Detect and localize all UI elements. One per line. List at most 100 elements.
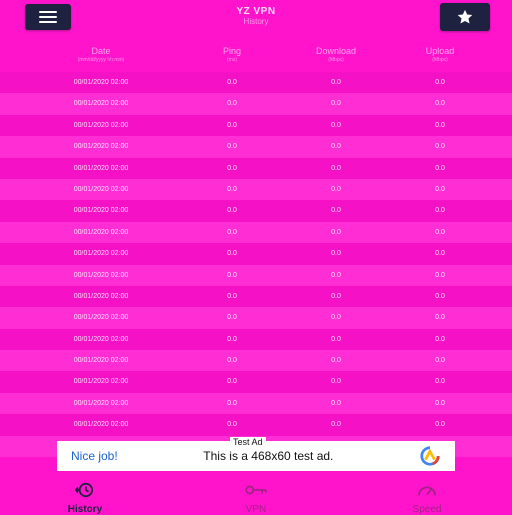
history-table: Date (mm/dd/yyyy hh:mm) Ping (ms) Downlo… xyxy=(0,40,512,458)
cell-download: 0.0 xyxy=(331,228,341,236)
cell-upload: 0.0 xyxy=(435,79,445,86)
cell-download: 0.0 xyxy=(331,143,341,151)
column-unit: (mm/dd/yyyy hh:mm) xyxy=(77,57,125,63)
nav-label: VPN xyxy=(245,504,267,515)
column-header-date: Date (mm/dd/yyyy hh:mm) xyxy=(40,40,162,63)
cell-upload: 0.0 xyxy=(435,207,445,215)
cell-upload: 0.0 xyxy=(435,185,445,193)
adchoices-logo-icon[interactable] xyxy=(419,445,441,467)
ad-tag-label: Test Ad xyxy=(230,437,266,447)
table-body: 00/01/2020 02:00 0.0 0.0 0.0 00/01/2020 02:0… xyxy=(0,72,512,458)
cell-upload: 0.0 xyxy=(435,292,445,300)
cell-upload: 0.0 xyxy=(435,121,445,129)
column-unit: (Mbps) xyxy=(432,57,448,63)
table-row: 00/01/2020 02:00 0.0 0.0 0.0 xyxy=(0,157,512,179)
cell-upload: 0.0 xyxy=(435,378,445,386)
cell-date: 00/01/2020 02:00 xyxy=(73,335,129,343)
table-row: 00/01/2020 02:00 0.0 0.0 0.0 xyxy=(0,414,512,436)
cell-download: 0.0 xyxy=(331,185,341,193)
cell-date: 00/01/2020 02:00 xyxy=(73,250,129,258)
cell-ping: 0.0 xyxy=(227,378,237,386)
cell-ping: 0.0 xyxy=(227,335,237,343)
cell-ping: 0.0 xyxy=(227,250,237,258)
cell-date: 00/01/2020 02:00 xyxy=(73,399,129,407)
cell-ping: 0.0 xyxy=(227,143,237,151)
table-row: 00/01/2020 02:00 0.0 0.0 0.0 xyxy=(0,264,512,286)
app-header: YZ VPN History xyxy=(0,0,512,36)
cell-download: 0.0 xyxy=(331,250,341,258)
cell-upload: 0.0 xyxy=(435,271,445,279)
cell-ping: 0.0 xyxy=(227,79,237,86)
column-header-upload: Upload (Mbps) xyxy=(402,40,478,63)
cell-download: 0.0 xyxy=(331,421,341,429)
column-label: Upload xyxy=(425,46,455,56)
cell-upload: 0.0 xyxy=(435,143,445,151)
table-row: 00/01/2020 02:00 0.0 0.0 0.0 xyxy=(0,307,512,329)
cell-download: 0.0 xyxy=(331,207,341,215)
speedometer-icon xyxy=(418,486,436,496)
cell-download: 0.0 xyxy=(331,79,341,86)
star-icon xyxy=(457,9,473,24)
key-icon xyxy=(245,485,267,495)
table-header: Date (mm/dd/yyyy hh:mm) Ping (ms) Downlo… xyxy=(0,40,512,72)
ad-body-text: This is a 468x60 test ad. xyxy=(203,449,334,463)
bottom-navigation: History VPN Speed xyxy=(0,482,512,515)
cell-ping: 0.0 xyxy=(227,357,237,365)
cell-ping: 0.0 xyxy=(227,164,237,172)
cell-date: 00/01/2020 02:00 xyxy=(73,292,129,300)
cell-download: 0.0 xyxy=(331,271,341,279)
cell-download: 0.0 xyxy=(331,399,341,407)
table-row: 00/01/2020 02:00 0.0 0.0 0.0 xyxy=(0,285,512,308)
cell-date: 00/01/2020 02:00 xyxy=(73,100,129,108)
table-row: 00/01/2020 02:00 0.0 0.0 0.0 xyxy=(0,328,512,351)
cell-date: 00/01/2020 02:00 xyxy=(73,143,129,151)
table-row: 00/01/2020 02:00 0.0 0.0 0.0 xyxy=(0,114,512,137)
ad-headline[interactable]: Nice job! xyxy=(71,449,118,463)
cell-ping: 0.0 xyxy=(227,271,237,279)
cell-ping: 0.0 xyxy=(227,292,237,300)
table-row: 00/01/2020 02:00 0.0 0.0 0.0 xyxy=(0,371,512,393)
cell-date: 00/01/2020 02:00 xyxy=(73,121,129,129)
favorite-button[interactable] xyxy=(440,3,490,31)
nav-item-vpn[interactable]: VPN xyxy=(216,482,296,515)
cell-date: 00/01/2020 02:00 xyxy=(73,185,129,193)
cell-date: 00/01/2020 02:00 xyxy=(73,207,129,215)
history-icon xyxy=(75,482,93,498)
cell-download: 0.0 xyxy=(331,357,341,365)
cell-upload: 0.0 xyxy=(435,164,445,172)
cell-ping: 0.0 xyxy=(227,314,237,322)
cell-download: 0.0 xyxy=(331,335,341,343)
cell-download: 0.0 xyxy=(331,100,341,108)
cell-ping: 0.0 xyxy=(227,421,237,429)
cell-upload: 0.0 xyxy=(435,100,445,108)
cell-download: 0.0 xyxy=(331,292,341,300)
table-row: 00/01/2020 02:00 0.0 0.0 0.0 xyxy=(0,243,512,265)
table-row: 00/01/2020 02:00 0.0 0.0 0.0 xyxy=(0,350,512,372)
nav-item-speed[interactable]: Speed xyxy=(387,482,467,515)
column-unit: (ms) xyxy=(227,57,237,63)
page-subtitle: History xyxy=(243,17,269,26)
cell-ping: 0.0 xyxy=(227,228,237,236)
nav-item-history[interactable]: History xyxy=(45,482,125,515)
column-unit: (Mbps) xyxy=(328,57,344,63)
column-header-download: Download (Mbps) xyxy=(298,40,374,63)
column-label: Download xyxy=(315,46,357,56)
cell-date: 00/01/2020 02:00 xyxy=(73,271,129,279)
nav-label: Speed xyxy=(412,504,442,515)
table-row: 00/01/2020 02:00 0.0 0.0 0.0 xyxy=(0,178,512,201)
nav-label: History xyxy=(67,504,103,515)
cell-upload: 0.0 xyxy=(435,399,445,407)
column-label: Ping xyxy=(222,46,241,56)
table-row: 00/01/2020 02:00 0.0 0.0 0.0 xyxy=(0,136,512,158)
cell-ping: 0.0 xyxy=(227,100,237,108)
title-block: YZ VPN History xyxy=(0,6,512,26)
cell-date: 00/01/2020 02:00 xyxy=(73,314,129,322)
table-row: 00/01/2020 02:00 0.0 0.0 0.0 xyxy=(0,221,512,244)
cell-download: 0.0 xyxy=(331,378,341,386)
cell-download: 0.0 xyxy=(331,314,341,322)
cell-upload: 0.0 xyxy=(435,314,445,322)
cell-ping: 0.0 xyxy=(227,185,237,193)
cell-date: 00/01/2020 02:00 xyxy=(73,421,129,429)
table-row: 00/01/2020 02:00 0.0 0.0 0.0 xyxy=(0,392,512,415)
app-title: YZ VPN xyxy=(236,6,276,17)
